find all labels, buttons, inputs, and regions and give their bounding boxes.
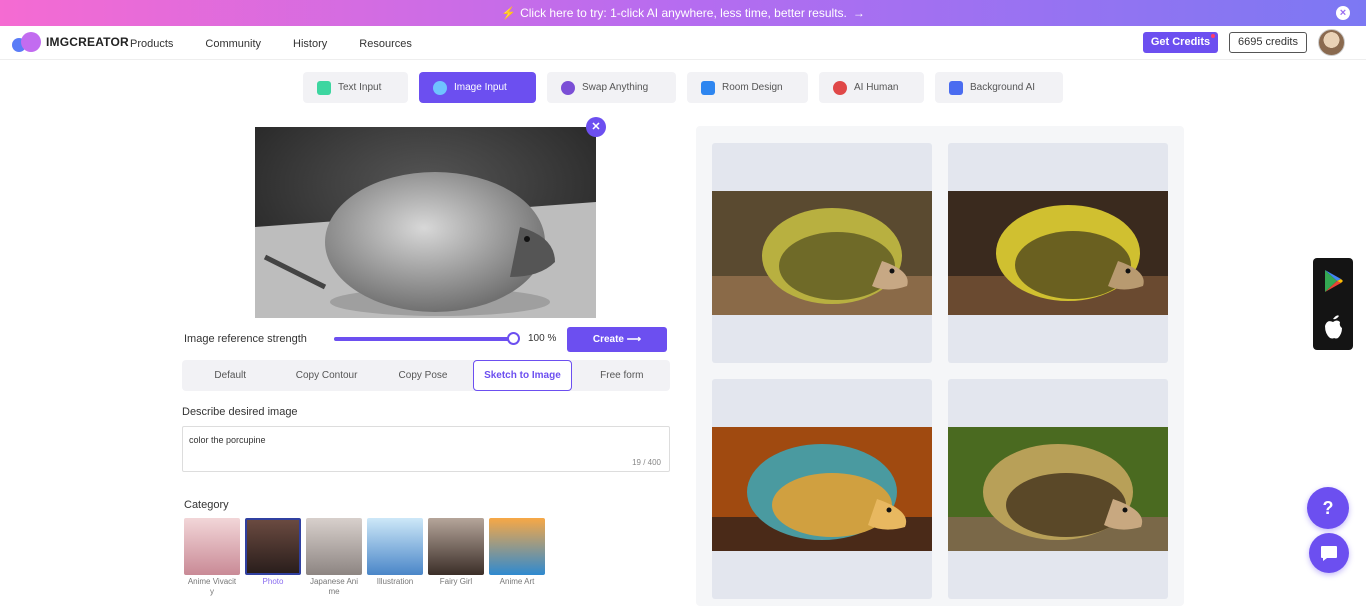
app-download-panel — [1313, 258, 1353, 350]
porcupine-color-2 — [948, 191, 1168, 315]
house-icon — [701, 80, 715, 95]
promo-banner[interactable]: ⚡ Click here to try: 1-click AI anywhere… — [0, 0, 1366, 26]
describe-label: Describe desired image — [182, 406, 298, 418]
credits-balance[interactable]: 6695 credits — [1229, 32, 1307, 53]
category-thumbnail — [428, 518, 484, 575]
arrow-right-icon: ⟶ — [626, 334, 642, 345]
mode-tabs: Text Input Image Input Swap Anything Roo… — [303, 72, 1063, 103]
tab-room-design[interactable]: Room Design — [687, 72, 808, 103]
tab-background-ai[interactable]: Background AI — [935, 72, 1063, 103]
logo-icon — [12, 32, 42, 52]
category-fairy-girl[interactable]: Fairy Girl — [428, 518, 484, 597]
mode-copy-pose[interactable]: Copy Pose — [375, 360, 471, 391]
category-japanese-anime[interactable]: Japanese Ani me — [306, 518, 362, 597]
lightning-icon: ⚡ — [501, 6, 517, 20]
google-play-icon[interactable] — [1325, 270, 1343, 292]
swap-icon — [561, 80, 575, 95]
category-name: Fairy Girl — [439, 577, 473, 586]
tab-image-input[interactable]: Image Input — [419, 72, 536, 103]
tab-swap-anything[interactable]: Swap Anything — [547, 72, 676, 103]
create-button[interactable]: Create ⟶ — [567, 327, 667, 352]
strength-slider[interactable] — [334, 332, 520, 345]
apple-icon[interactable] — [1325, 315, 1342, 339]
tab-label: Image Input — [454, 82, 507, 93]
strength-label: Image reference strength — [184, 333, 307, 345]
category-anime-vivacity[interactable]: Anime Vivacit y — [184, 518, 240, 597]
notification-dot — [1211, 34, 1215, 38]
result-image-2[interactable] — [948, 143, 1168, 363]
category-thumbnail — [367, 518, 423, 575]
tab-label: Swap Anything — [582, 82, 649, 93]
describe-textarea[interactable]: color the porcupine 19 / 400 — [182, 426, 670, 472]
category-photo[interactable]: Photo — [245, 518, 301, 597]
top-nav: IMGCREATOR Products Community History Re… — [0, 26, 1366, 60]
logo-text: IMGCREATOR — [46, 35, 129, 49]
get-credits-button[interactable]: Get Credits — [1143, 32, 1218, 53]
menu-history[interactable]: History — [293, 38, 327, 50]
result-image-3[interactable] — [712, 379, 932, 599]
tab-label: AI Human — [854, 82, 899, 93]
slider-thumb[interactable] — [507, 332, 520, 345]
chat-icon — [1321, 546, 1337, 561]
strength-value: 100 % — [528, 333, 557, 344]
background-icon — [949, 80, 963, 95]
user-avatar[interactable] — [1318, 29, 1345, 56]
category-thumbnail — [306, 518, 362, 575]
image-icon — [433, 80, 447, 95]
mode-copy-contour[interactable]: Copy Contour — [278, 360, 374, 391]
porcupine-color-1 — [712, 191, 932, 315]
chat-button[interactable] — [1309, 533, 1349, 573]
remove-image-icon[interactable]: ✕ — [586, 117, 606, 137]
menu-resources[interactable]: Resources — [359, 38, 412, 50]
text-t-icon — [317, 80, 331, 95]
category-name: Photo — [262, 577, 284, 586]
menu-products[interactable]: Products — [130, 38, 173, 50]
category-name: Illustration — [376, 577, 414, 586]
tab-label: Background AI — [970, 82, 1036, 93]
category-illustration[interactable]: Illustration — [367, 518, 423, 597]
uploaded-image[interactable] — [255, 127, 596, 318]
tab-ai-human[interactable]: AI Human — [819, 72, 924, 103]
result-image-1[interactable] — [712, 143, 932, 363]
banner-text[interactable]: Click here to try: 1-click AI anywhere, … — [520, 6, 847, 20]
result-image-4[interactable] — [948, 379, 1168, 599]
reference-mode-selector: Default Copy Contour Copy Pose Sketch to… — [182, 360, 670, 391]
tab-label: Room Design — [722, 82, 783, 93]
mode-default[interactable]: Default — [182, 360, 278, 391]
mode-free-form[interactable]: Free form — [574, 360, 670, 391]
tab-label: Text Input — [338, 82, 382, 93]
category-list: Anime Vivacit y Photo Japanese Ani me Il… — [184, 518, 545, 597]
menu-community[interactable]: Community — [205, 38, 261, 50]
porcupine-color-3 — [712, 427, 932, 551]
help-button[interactable]: ? — [1307, 487, 1349, 529]
get-credits-label: Get Credits — [1150, 36, 1211, 48]
person-icon — [833, 80, 847, 95]
category-thumbnail — [245, 518, 301, 575]
slider-fill — [334, 337, 514, 341]
category-thumbnail — [184, 518, 240, 575]
app-icons — [1325, 270, 1343, 339]
main-menu: Products Community History Resources — [130, 38, 412, 50]
porcupine-sketch — [255, 127, 596, 318]
arrow-right-icon: → — [852, 6, 865, 20]
category-anime-art[interactable]: Anime Art — [489, 518, 545, 597]
close-banner-icon[interactable]: × — [1336, 6, 1350, 20]
char-count: 19 / 400 — [632, 458, 661, 467]
category-label: Category — [184, 499, 229, 511]
category-name: Anime Art — [499, 577, 535, 586]
category-thumbnail — [489, 518, 545, 575]
tab-text-input[interactable]: Text Input — [303, 72, 408, 103]
porcupine-color-4 — [948, 427, 1168, 551]
logo[interactable]: IMGCREATOR — [12, 32, 129, 52]
category-name: Anime Vivacit y — [187, 577, 237, 596]
mode-sketch-to-image[interactable]: Sketch to Image — [473, 360, 572, 391]
category-name: Japanese Ani me — [309, 577, 359, 596]
create-label: Create — [592, 334, 624, 345]
results-panel — [696, 126, 1184, 606]
describe-value: color the porcupine — [189, 435, 266, 445]
